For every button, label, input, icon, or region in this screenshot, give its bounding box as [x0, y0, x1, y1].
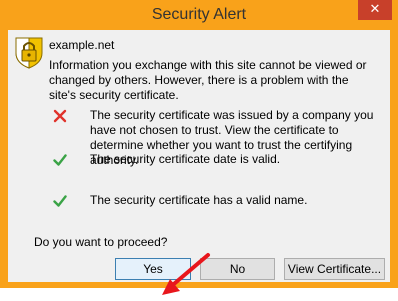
no-button[interactable]: No [200, 258, 275, 280]
close-button[interactable]: ✕ [358, 0, 392, 20]
proceed-question: Do you want to proceed? [34, 235, 168, 249]
certificate-name-text: The security certificate has a valid nam… [90, 193, 308, 207]
security-lock-icon [15, 37, 43, 69]
window-title: Security Alert [151, 6, 247, 23]
red-x-icon [53, 109, 67, 123]
green-check-icon [53, 154, 67, 166]
site-name: example.net [49, 38, 115, 52]
view-certificate-button[interactable]: View Certificate... [284, 258, 385, 280]
title-bar[interactable]: Security Alert ✕ [0, 0, 398, 30]
yes-button[interactable]: Yes [115, 258, 191, 280]
certificate-date-text: The security certificate date is valid. [90, 152, 281, 166]
security-alert-window: Security Alert ✕ example.net Information… [0, 0, 398, 295]
green-check-icon [53, 195, 67, 207]
intro-text: Information you exchange with this site … [49, 58, 367, 102]
dialog-body: example.net Information you exchange wit… [8, 30, 390, 295]
